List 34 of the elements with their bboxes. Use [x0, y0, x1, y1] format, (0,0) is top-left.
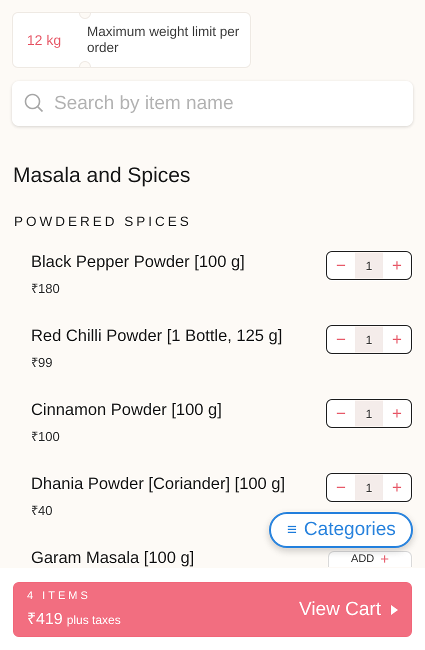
cart-total: ₹419 — [27, 611, 63, 628]
quantity-value: 1 — [355, 326, 383, 353]
item-price: ₹99 — [31, 354, 54, 371]
weight-limit-text: Maximum weight limit per order — [86, 24, 240, 56]
increase-button[interactable]: + — [383, 400, 411, 427]
increase-button[interactable]: + — [383, 252, 411, 279]
item-name: Black Pepper Powder [100 g] — [31, 253, 245, 272]
quantity-value: 1 — [355, 474, 383, 501]
decrease-button[interactable]: − — [327, 252, 355, 279]
item-name: Red Chilli Powder [1 Bottle, 125 g] — [31, 327, 282, 346]
add-button[interactable]: ADD + — [328, 551, 412, 567]
decrease-button[interactable]: − — [327, 326, 355, 353]
caret-icon — [391, 604, 398, 614]
increase-button[interactable]: + — [383, 326, 411, 353]
item-price: ₹40 — [31, 502, 54, 519]
category-title: Masala and Spices — [13, 164, 192, 188]
increase-button[interactable]: + — [383, 474, 411, 501]
view-cart-bar[interactable]: 4 ITEMS ₹419 plus taxes View Cart — [13, 582, 412, 637]
item-name: Garam Masala [100 g] — [31, 549, 194, 568]
item-count: 4 ITEMS — [27, 590, 92, 602]
weight-limit-value: 12 kg — [26, 32, 62, 48]
quantity-value: 1 — [355, 252, 383, 279]
item-price: ₹180 — [31, 280, 61, 297]
categories-button[interactable]: ≡ Categories — [269, 512, 413, 548]
item-price: ₹100 — [31, 428, 61, 445]
view-cart-label[interactable]: View Cart — [298, 598, 381, 620]
decrease-button[interactable]: − — [327, 400, 355, 427]
search-field[interactable]: Search by item name — [12, 81, 413, 126]
section-heading: POWDERED SPICES — [14, 214, 193, 229]
item-name: Cinnamon Powder [100 g] — [31, 401, 222, 420]
item-name: Dhania Powder [Coriander] [100 g] — [31, 475, 286, 494]
tax-note: plus taxes — [66, 613, 121, 627]
quantity-value: 1 — [355, 400, 383, 427]
decrease-button[interactable]: − — [327, 474, 355, 501]
